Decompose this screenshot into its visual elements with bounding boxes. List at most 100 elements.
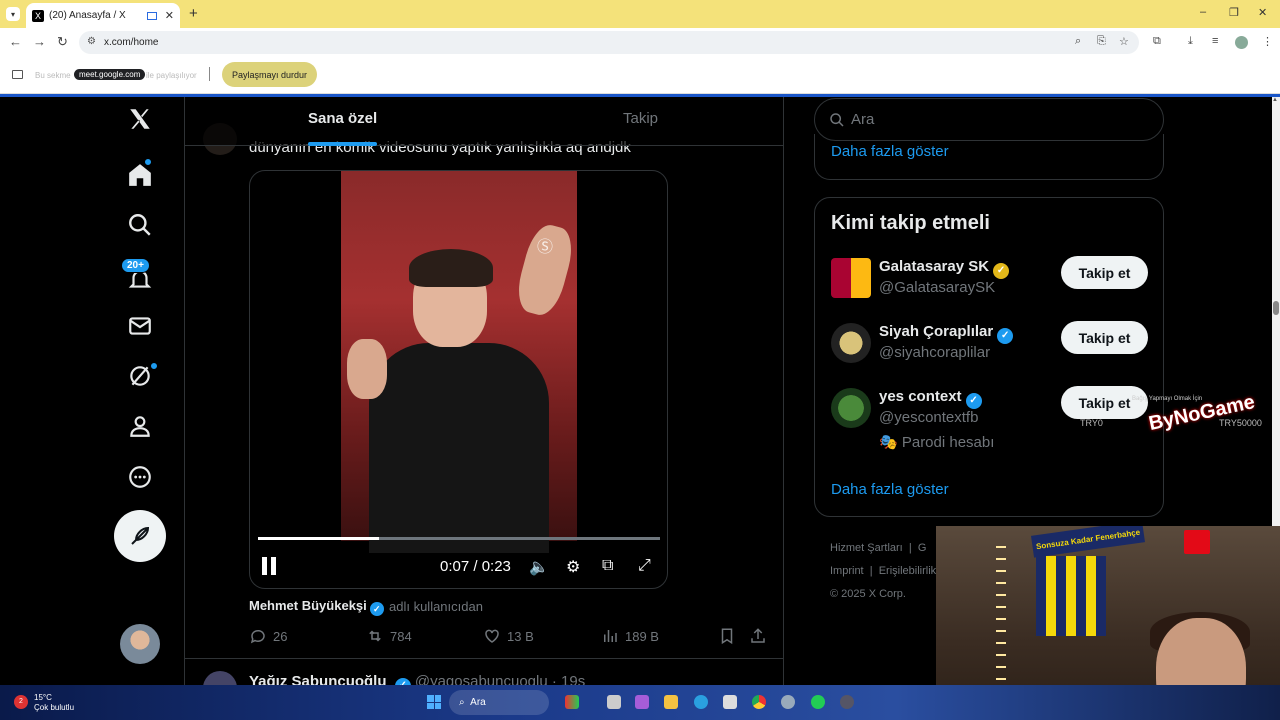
minimize-icon[interactable]: – bbox=[1200, 6, 1206, 18]
fullscreen-icon[interactable]: ⤢ bbox=[638, 557, 651, 575]
close-window-icon[interactable]: ✕ bbox=[1258, 6, 1267, 19]
windows-start-icon[interactable] bbox=[427, 695, 441, 709]
pause-icon[interactable] bbox=[262, 557, 278, 575]
reload-icon[interactable]: ↻ bbox=[57, 34, 68, 50]
suggestion-name[interactable]: Galatasaray SK bbox=[879, 258, 989, 275]
share-icon bbox=[751, 628, 765, 643]
suggestion-name[interactable]: Siyah Çoraplılar bbox=[879, 323, 993, 340]
next-tweet-name[interactable]: Yağız Sabuncuoğlu bbox=[249, 673, 387, 685]
volume-icon[interactable]: 🔈 bbox=[529, 557, 549, 577]
video-progress-bar[interactable] bbox=[258, 537, 660, 540]
browser-tab[interactable]: X (20) Anasayfa / X ✕ bbox=[26, 3, 180, 28]
taskbar-search[interactable]: ⌕ Ara bbox=[449, 690, 549, 715]
install-icon[interactable]: ⎘ bbox=[1097, 35, 1106, 48]
store-icon[interactable] bbox=[723, 695, 737, 709]
settings-icon[interactable] bbox=[781, 695, 795, 709]
verified-check-icon: ✓ bbox=[369, 602, 384, 616]
follow-button[interactable]: Takip et bbox=[1061, 321, 1148, 354]
media-control-icon[interactable]: ≡ bbox=[1212, 35, 1218, 47]
back-icon[interactable]: ← bbox=[9, 34, 22, 49]
tab-following[interactable]: Takip bbox=[623, 110, 658, 127]
donation-tag: Bağış Yapmayı Olmak İçin bbox=[1132, 396, 1203, 402]
show-more-link[interactable]: Daha fazla göster bbox=[831, 143, 949, 160]
bookmark-star-icon[interactable]: ☆ bbox=[1119, 35, 1129, 48]
repost-count: 784 bbox=[390, 628, 412, 644]
show-more-link[interactable]: Daha fazla göster bbox=[831, 481, 949, 498]
post-button[interactable] bbox=[114, 510, 166, 562]
scroll-up-icon[interactable]: ▲ bbox=[1272, 97, 1278, 103]
close-tab-icon[interactable]: ✕ bbox=[165, 9, 174, 22]
search-icon[interactable] bbox=[124, 209, 156, 241]
suggestion-item[interactable]: Siyah Çoraplılar ✓ @siyahcoraplilar Takip… bbox=[831, 321, 1151, 379]
verified-check-icon: ✓ bbox=[997, 328, 1014, 344]
edge-icon[interactable] bbox=[694, 695, 708, 709]
widgets-icon[interactable] bbox=[565, 695, 579, 709]
settings-gear-icon[interactable]: ⚙ bbox=[566, 557, 580, 577]
suggestion-handle: @GalatasaraySK bbox=[879, 279, 996, 296]
scrollbar-thumb[interactable] bbox=[1273, 301, 1279, 315]
copyright: © 2025 X Corp. bbox=[830, 588, 906, 600]
copilot-icon[interactable] bbox=[635, 695, 649, 709]
views-icon bbox=[604, 630, 617, 642]
more-icon[interactable] bbox=[124, 461, 156, 493]
app-icon[interactable] bbox=[840, 695, 854, 709]
yes-context-avatar[interactable] bbox=[831, 388, 871, 428]
siyah-coraplilar-avatar[interactable] bbox=[831, 323, 871, 363]
tab-search-icon[interactable]: ▾ bbox=[6, 7, 20, 21]
x-logo-icon[interactable] bbox=[124, 103, 156, 135]
zoom-icon[interactable]: ⌕ bbox=[1075, 35, 1081, 48]
repost-button[interactable]: 784 bbox=[366, 627, 412, 645]
suggestion-name[interactable]: yes context bbox=[879, 388, 962, 405]
who-to-follow-title: Kimi takip etmeli bbox=[831, 212, 990, 234]
video-player[interactable]: Ⓢ 0:07 / 0:23 🔈 ⚙ ⧉ ⤢ bbox=[249, 170, 668, 589]
weather-text: Çok bulutlu bbox=[34, 703, 75, 712]
file-explorer-icon[interactable] bbox=[664, 695, 678, 709]
active-tab-indicator bbox=[308, 142, 377, 146]
search-input[interactable]: Ara bbox=[814, 98, 1164, 141]
bookmark-button[interactable] bbox=[718, 627, 742, 645]
restore-icon[interactable]: ❐ bbox=[1229, 6, 1239, 19]
divider bbox=[209, 67, 210, 81]
address-row: ← → ↻ ⚙ x.com/home ⌕ ⎘ ☆ ⧉ ⤓ ≡ ⋮ bbox=[0, 28, 1280, 57]
chrome-icon[interactable] bbox=[752, 695, 766, 709]
share-text: Bu sekme bbox=[35, 71, 71, 80]
like-button[interactable]: 13 B bbox=[483, 627, 534, 645]
tab-for-you[interactable]: Sana özel bbox=[308, 110, 377, 127]
footer-link[interactable]: Hizmet Şartları bbox=[830, 542, 903, 554]
extensions-icon[interactable]: ⧉ bbox=[1153, 35, 1161, 48]
stop-sharing-button[interactable]: Paylaşmayı durdur bbox=[222, 62, 318, 87]
profile-icon[interactable] bbox=[1235, 36, 1248, 49]
galatasaray-logo-icon: Ⓢ bbox=[537, 239, 554, 256]
suggestion-item[interactable]: Galatasaray SK ✓ @GalatasaraySK Takip et bbox=[831, 256, 1151, 314]
video-person-hair bbox=[409, 249, 493, 287]
heart-icon bbox=[485, 629, 499, 643]
new-tab-icon[interactable]: + bbox=[189, 5, 198, 22]
share-text-after: ile paylaşılıyor bbox=[146, 71, 197, 80]
follow-button[interactable]: Takip et bbox=[1061, 256, 1148, 289]
next-tweet-avatar[interactable] bbox=[203, 671, 237, 685]
menu-icon[interactable]: ⋮ bbox=[1262, 35, 1273, 48]
forward-icon[interactable]: → bbox=[33, 34, 46, 49]
reply-button[interactable]: 26 bbox=[249, 627, 287, 645]
footer-link[interactable]: Imprint bbox=[830, 565, 864, 577]
galatasaray-avatar[interactable] bbox=[831, 258, 871, 298]
donation-min: TRY0 bbox=[1080, 418, 1103, 428]
address-bar[interactable]: ⚙ x.com/home bbox=[79, 31, 1139, 54]
views-button[interactable]: 189 B bbox=[601, 627, 659, 645]
avatar[interactable] bbox=[120, 624, 160, 664]
pip-icon[interactable]: ⧉ bbox=[602, 557, 613, 575]
whatsapp-icon[interactable] bbox=[811, 695, 825, 709]
bookmark-icon bbox=[721, 628, 733, 645]
footer: Hizmet Şartları | G Imprint | Erişilebil… bbox=[830, 537, 936, 606]
profile-nav-icon[interactable] bbox=[124, 410, 156, 442]
download-icon[interactable]: ⤓ bbox=[1188, 35, 1193, 48]
site-info-icon[interactable]: ⚙ bbox=[87, 36, 96, 47]
next-tweet-header[interactable]: Yağız Sabuncuoğlu ✓ @yagosabuncuoglu · 1… bbox=[249, 673, 585, 685]
video-author[interactable]: Mehmet Büyükekşi ✓ bbox=[249, 598, 384, 616]
author-name[interactable]: Mehmet Büyükekşi bbox=[249, 598, 367, 613]
share-button[interactable] bbox=[749, 627, 773, 645]
task-view-icon[interactable] bbox=[607, 695, 621, 709]
footer-link[interactable]: Erişilebilirlik bbox=[879, 565, 936, 577]
messages-icon[interactable] bbox=[124, 310, 156, 342]
verified-check-icon: ✓ bbox=[965, 393, 982, 409]
